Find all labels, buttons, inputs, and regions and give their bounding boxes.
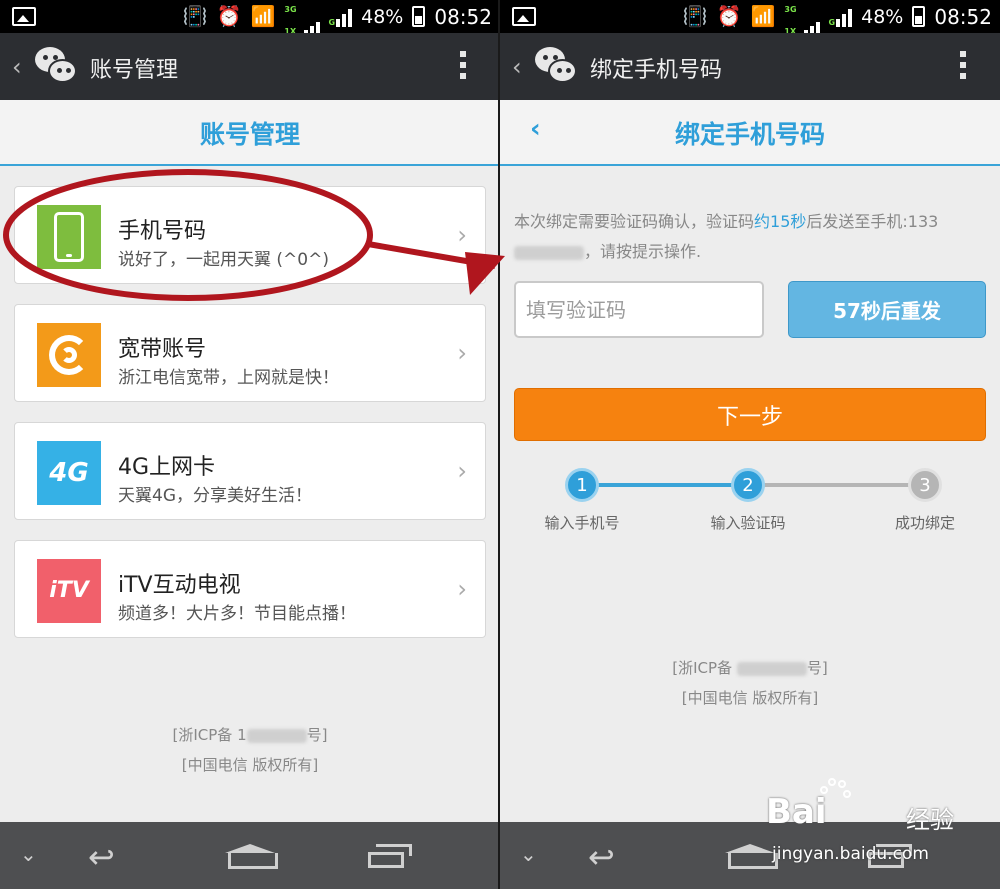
item-subtitle: 频道多！大片多！节目能点播！ [118,604,356,624]
item-subtitle: 说好了，一起用天翼 (^0^) [118,250,329,270]
nav-back-icon[interactable]: ↩ [588,838,615,876]
clock: 08:52 [434,4,492,29]
topbar-title: 账号管理 [90,58,179,83]
gallery-notification-icon [12,7,36,26]
step-label: 输入验证码 [710,514,786,532]
list-item-itv[interactable]: iTV iTV互动电视 频道多！大片多！节目能点播！ › [14,540,486,638]
overflow-menu-icon[interactable] [460,51,468,84]
topbar-title: 绑定手机号码 [590,58,723,83]
wifi-icon: 📶 [250,4,276,28]
left-phone-screen: 📳 ⏰ 📶 3G 1X G 48% 08:52 ‹ 账号管理 账号管理 手机号码… [0,0,500,889]
footer: [浙ICP备 1 号] [中国电信 版权所有] [0,720,500,780]
nav-recent-apps-icon[interactable] [368,844,412,868]
item-title: iTV互动电视 [118,573,241,598]
battery-percent: 48% [861,5,904,28]
watermark-brand-cn: 经验 [906,806,954,834]
nav-back-icon[interactable]: ↩ [88,838,115,876]
step-label: 输入手机号 [544,514,620,532]
next-step-button[interactable]: 下一步 [514,388,986,441]
nav-home-icon[interactable] [225,844,278,869]
signal-g-icon: G [329,7,353,27]
footer-copyright: [中国电信 版权所有] [681,689,819,707]
chevron-right-icon: › [457,575,467,603]
app-top-bar: ‹ 绑定手机号码 [500,33,1000,100]
wechat-logo-icon [535,47,577,85]
item-subtitle: 天翼4G，分享美好生活！ [118,486,312,506]
gallery-notification-icon [512,7,536,26]
footer-icp: [浙ICP备 1 号] [172,726,328,744]
progress-line-done [582,483,748,487]
back-chevron-icon[interactable]: ‹ [512,53,522,81]
footer-copyright: [中国电信 版权所有] [181,756,319,774]
back-chevron-icon[interactable]: ‹ [12,53,22,81]
footer-icp: [浙ICP备 号] [672,659,828,677]
progress-line-pending [748,483,924,487]
hide-keyboard-icon[interactable]: ⌄ [520,842,537,866]
broadband-swirl-icon [37,323,101,387]
status-bar: 📳 ⏰ 📶 3G 1X G 48% 08:52 [0,0,500,39]
watermark-url: jingyan.baidu.com [772,844,929,864]
4g-icon: 4G [37,441,101,505]
hide-keyboard-icon[interactable]: ⌄ [20,842,37,866]
item-subtitle: 浙江电信宽带，上网就是快！ [118,368,339,388]
list-item-mobile-number[interactable]: 手机号码 说好了，一起用天翼 (^0^) › [14,186,486,284]
progress-steps: 1 输入手机号 2 输入验证码 3 成功绑定 [500,466,1000,536]
signal-g-icon: G [829,7,853,27]
page-title: 账号管理 [199,120,300,149]
page-header: ‹ 绑定手机号码 [500,100,1000,166]
item-title: 4G上网卡 [118,455,216,480]
page-title: 绑定手机号码 [674,120,825,149]
wifi-icon: 📶 [750,4,776,28]
chevron-right-icon: › [457,221,467,249]
footer: [浙ICP备 号] [中国电信 版权所有] [500,653,1000,713]
right-phone-screen: 📳 ⏰ 📶 3G 1X G 48% 08:52 ‹ 绑定手机号码 ‹ 绑定手机号… [500,0,1000,889]
chevron-right-icon: › [457,457,467,485]
item-title: 手机号码 [118,219,207,244]
system-nav-bar: ⌄ ↩ [0,822,500,889]
wait-time-highlight: 约15秒 [754,212,807,231]
item-title: 宽带账号 [118,337,207,362]
overflow-menu-icon[interactable] [960,51,968,84]
list-item-broadband[interactable]: 宽带账号 浙江电信宽带，上网就是快！ › [14,304,486,402]
battery-percent: 48% [361,5,404,28]
alarm-icon: ⏰ [716,4,742,28]
list-item-4g-card[interactable]: 4G 4G上网卡 天翼4G，分享美好生活！ › [14,422,486,520]
clock: 08:52 [934,4,992,29]
resend-code-button[interactable]: 57秒后重发 [788,281,986,338]
verification-code-input[interactable] [514,281,764,338]
verification-description: 本次绑定需要验证码确认，验证码约15秒后发送至手机:133，请按提示操作. [514,212,939,261]
app-top-bar: ‹ 账号管理 [0,33,500,100]
battery-icon [412,6,426,27]
itv-icon: iTV [37,559,101,623]
vibrate-icon: 📳 [682,4,708,28]
baidu-jingyan-watermark: Bai 经验 jingyan.baidu.com [766,778,976,868]
mobile-phone-icon [37,205,101,269]
step-label: 成功绑定 [894,514,955,532]
vibrate-icon: 📳 [182,4,208,28]
alarm-icon: ⏰ [216,4,242,28]
watermark-brand: Bai [766,792,827,832]
wechat-logo-icon [35,47,77,85]
page-header: 账号管理 [0,100,500,166]
chevron-right-icon: › [457,339,467,367]
battery-icon [912,6,926,27]
status-bar: 📳 ⏰ 📶 3G 1X G 48% 08:52 [500,0,1000,39]
